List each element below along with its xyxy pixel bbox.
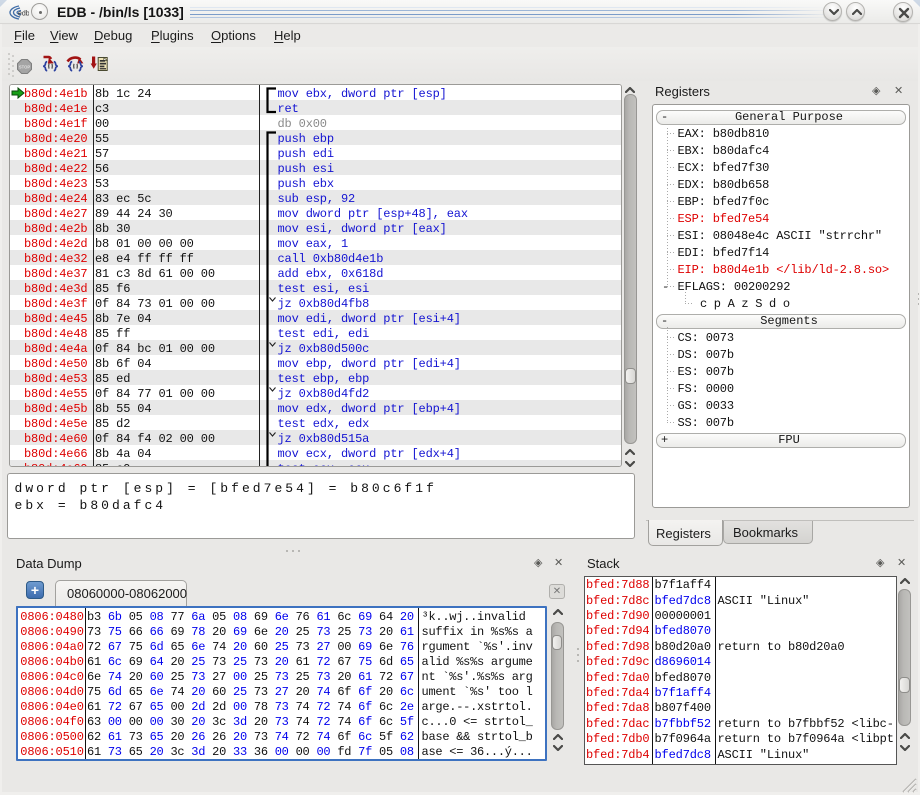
svg-text:edb: edb: [18, 11, 29, 18]
svg-text:STOP: STOP: [19, 65, 31, 70]
